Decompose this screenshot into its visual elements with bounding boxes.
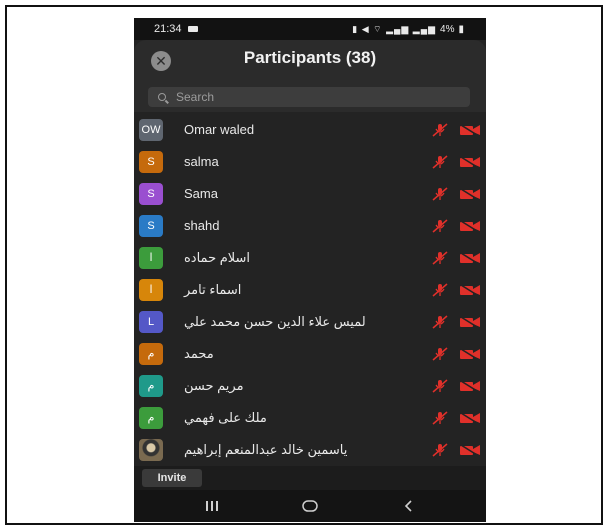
participant-row[interactable]: L لميس علاء الدين حسن محمد علي <box>134 306 486 338</box>
mic-muted-icon[interactable] <box>431 187 449 201</box>
participant-name: لميس علاء الدين حسن محمد علي <box>184 314 366 329</box>
participant-row[interactable]: م محمد <box>134 338 486 370</box>
invite-button[interactable]: Invite <box>142 469 202 487</box>
avatar: م <box>139 375 163 397</box>
battery-icon: ▮ <box>458 23 464 35</box>
mic-muted-icon[interactable] <box>431 283 449 297</box>
video-off-icon[interactable] <box>459 444 481 456</box>
participant-row[interactable]: ا اسماء تامر <box>134 274 486 306</box>
participant-name: محمد <box>184 346 214 361</box>
video-off-icon[interactable] <box>459 252 481 264</box>
participant-row[interactable]: Ssalma <box>134 146 486 178</box>
participant-row[interactable]: م مريم حسن <box>134 370 486 402</box>
participant-name: ياسمين خالد عبدالمنعم إبراهيم <box>184 442 348 457</box>
mic-muted-icon[interactable] <box>431 219 449 233</box>
participant-name: Sama <box>184 186 218 201</box>
phone-screen: 21:34 ▮ ◀ ⌔ ▂▄▆ ▂▄▆ 4% ▮ ✕ Participants … <box>134 18 486 522</box>
video-off-icon[interactable] <box>459 380 481 392</box>
bottom-bar: Invite <box>134 466 486 490</box>
mic-muted-icon[interactable] <box>431 379 449 393</box>
home-button[interactable] <box>290 490 330 522</box>
video-off-icon[interactable] <box>459 348 481 360</box>
participant-row[interactable]: ا اسلام حماده <box>134 242 486 274</box>
recent-apps-button[interactable] <box>192 490 232 522</box>
video-off-icon[interactable] <box>459 412 481 424</box>
participant-name: shahd <box>184 218 220 233</box>
participant-name: اسماء تامر <box>184 282 242 297</box>
avatar: ا <box>139 279 163 301</box>
participant-name: ملك على فهمي <box>184 410 267 425</box>
back-button[interactable] <box>389 490 429 522</box>
mic-muted-icon[interactable] <box>431 315 449 329</box>
avatar: L <box>139 311 163 333</box>
mic-muted-icon[interactable] <box>431 443 449 457</box>
video-off-icon[interactable] <box>459 220 481 232</box>
participant-row[interactable]: ياسمين خالد عبدالمنعم إبراهيم <box>134 434 486 466</box>
signal-wifi-icon: ▮ ◀ ⌔ ▂▄▆ ▂▄▆ <box>352 23 437 34</box>
home-icon <box>302 500 318 512</box>
status-bar: 21:34 ▮ ◀ ⌔ ▂▄▆ ▂▄▆ 4% ▮ <box>134 18 486 40</box>
avatar: OW <box>139 119 163 141</box>
video-off-icon[interactable] <box>459 188 481 200</box>
participant-list: OW Omar waled Ssalma S Sama Sshahd ا اسلام حماد… <box>134 114 486 466</box>
avatar <box>139 439 163 461</box>
avatar: م <box>139 407 163 429</box>
mic-muted-icon[interactable] <box>431 347 449 361</box>
participant-row[interactable]: م ملك على فهمي <box>134 402 486 434</box>
mic-muted-icon[interactable] <box>431 155 449 169</box>
avatar: ا <box>139 247 163 269</box>
back-icon <box>404 500 412 512</box>
participant-name: اسلام حماده <box>184 250 251 265</box>
page-title: Participants (38) <box>243 48 377 67</box>
video-off-icon[interactable] <box>459 156 481 168</box>
search-input[interactable] <box>174 89 458 105</box>
avatar: S <box>139 151 163 173</box>
video-off-icon[interactable] <box>459 284 481 296</box>
participant-name: مريم حسن <box>184 378 244 393</box>
status-time: 21:34 <box>154 23 182 35</box>
battery-level: 4% <box>440 23 455 35</box>
participant-name: Omar waled <box>184 122 255 137</box>
mic-muted-icon[interactable] <box>431 411 449 425</box>
video-off-icon[interactable] <box>459 316 481 328</box>
video-notification-icon <box>187 26 198 32</box>
avatar: S <box>139 215 163 237</box>
participant-row[interactable]: S Sama <box>134 178 486 210</box>
mic-muted-icon[interactable] <box>431 251 449 265</box>
avatar: S <box>139 183 163 205</box>
recent-apps-icon <box>206 501 218 511</box>
mic-muted-icon[interactable] <box>431 123 449 137</box>
android-nav-bar <box>134 490 486 522</box>
participant-row[interactable]: OW Omar waled <box>134 114 486 146</box>
video-off-icon[interactable] <box>459 124 481 136</box>
avatar: م <box>139 343 163 365</box>
participant-name: salma <box>184 154 219 169</box>
participant-row[interactable]: Sshahd <box>134 210 486 242</box>
search-icon <box>158 93 166 101</box>
search-box[interactable] <box>148 87 470 107</box>
search-area <box>134 80 486 112</box>
